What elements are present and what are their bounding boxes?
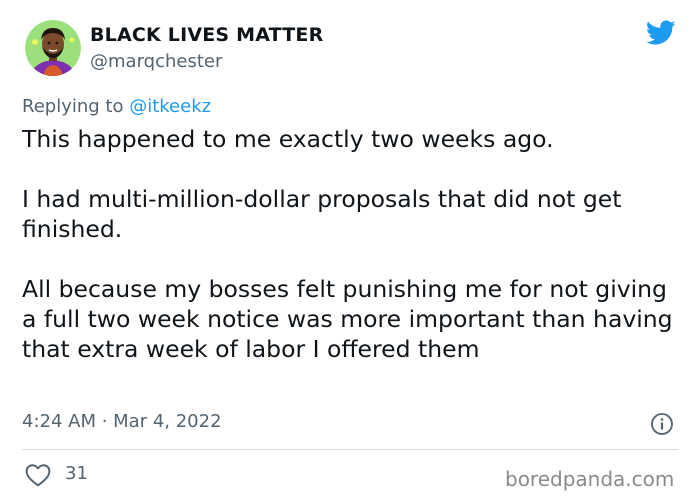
divider: [22, 449, 678, 450]
heart-icon[interactable]: [25, 463, 51, 487]
tweet-timestamp[interactable]: 4:24 AM · Mar 4, 2022: [22, 411, 222, 432]
reply-mention-link[interactable]: @itkeekz: [129, 96, 211, 117]
author-handle[interactable]: @marqchester: [90, 51, 222, 72]
replying-to: Replying to @itkeekz: [22, 96, 211, 117]
like-count: 31: [65, 463, 88, 484]
info-icon[interactable]: [650, 412, 674, 436]
twitter-bird-icon[interactable]: [646, 20, 676, 46]
watermark: boredpanda.com: [505, 467, 675, 491]
tweet-paragraph: This happened to me exactly two weeks ag…: [22, 125, 554, 153]
tweet-text: This happened to me exactly two weeks ag…: [22, 124, 682, 364]
tweet-paragraph: All because my bosses felt punishing me …: [22, 275, 673, 363]
avatar-illustration: [25, 20, 81, 76]
avatar[interactable]: [25, 20, 81, 76]
tweet-paragraph: I had multi-million-dollar proposals tha…: [22, 185, 622, 243]
author-display-name[interactable]: BLACK LIVES MATTER: [90, 24, 323, 46]
replying-to-label: Replying to: [22, 96, 124, 117]
